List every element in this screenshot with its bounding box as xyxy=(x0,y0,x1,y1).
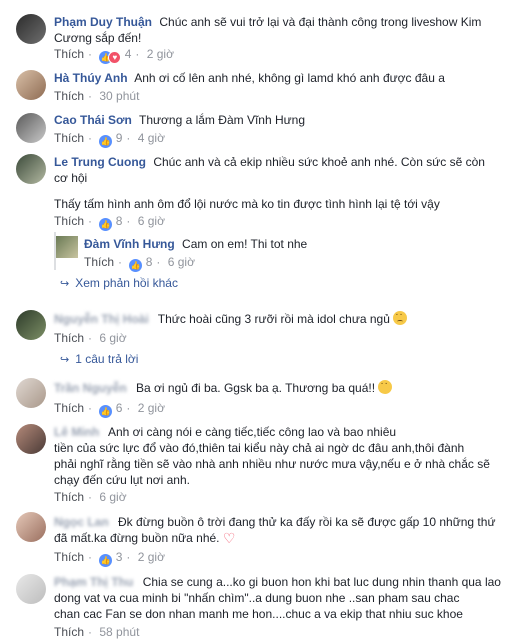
comment-text: phải nghĩ rằng tiền sẽ vào nhà anh nhiều… xyxy=(54,457,490,471)
timestamp[interactable]: 2 giờ xyxy=(147,47,174,61)
like-button[interactable]: Thích xyxy=(54,490,84,504)
comment-author[interactable]: Ngọc Lan xyxy=(54,515,109,529)
comment-text: cơ hội xyxy=(54,171,88,185)
heart-emoji-icon: ♡ xyxy=(222,530,236,546)
avatar[interactable] xyxy=(16,14,46,44)
comment-text: Anh ơi càng nói e càng tiếc,tiếc công la… xyxy=(108,425,397,439)
comment-text: Thấy tấm hình anh ôm đổ lội nước mà ko t… xyxy=(54,197,440,211)
reply-author[interactable]: Đàm Vĩnh Hưng xyxy=(84,237,175,251)
comment-author[interactable]: Trần Nguyễn xyxy=(54,381,127,395)
like-button[interactable]: Thích xyxy=(54,401,84,415)
like-button[interactable]: Thích xyxy=(54,89,84,103)
reaction-count[interactable]: 9 xyxy=(116,131,123,145)
timestamp[interactable]: 6 giờ xyxy=(168,255,195,269)
reply-arrow-icon: ↪ xyxy=(60,354,70,366)
comment-author[interactable]: Nguyễn Thị Hoài xyxy=(54,312,149,326)
comment-text: Chúc anh và cả ekip nhiều sức khoẻ anh n… xyxy=(153,155,485,169)
avatar[interactable] xyxy=(16,378,46,408)
sad-emoji-icon xyxy=(393,311,408,325)
comment-text: Thức hoài cũng 3 rưỡi rồi mà idol chưa n… xyxy=(157,312,390,326)
comment-text: Chúc anh sẽ vui trở lại và đại thành côn… xyxy=(159,15,482,29)
comment-text: Anh ơi cố lên anh nhé, không gì lamd khó… xyxy=(134,71,445,85)
reaction-count[interactable]: 8 xyxy=(146,255,153,269)
like-reaction-icon: 👍 xyxy=(129,259,143,272)
comment-author[interactable]: Cao Thái Sơn xyxy=(54,113,132,127)
like-reaction-icon: 👍 xyxy=(99,135,113,148)
more-replies-link[interactable]: ↪ Xem phản hồi khác xyxy=(60,275,178,292)
comment-text: tiền của sức lực đổ vào đó,thiên tai kiể… xyxy=(54,441,465,455)
like-button[interactable]: Thích xyxy=(54,331,84,345)
comment-text: Ba ơi ngủ đi ba. Ggsk ba ạ. Thương ba qu… xyxy=(136,381,376,395)
reaction-count[interactable]: 3 xyxy=(116,550,123,564)
reaction-count[interactable]: 8 xyxy=(116,214,123,228)
reaction-count[interactable]: 6 xyxy=(116,401,123,415)
like-reaction-icon: 👍 xyxy=(99,218,113,231)
comment-text: Chia se cung a...ko gi buon hon khi bat … xyxy=(142,575,501,589)
like-button[interactable]: Thích xyxy=(54,625,84,639)
like-button[interactable]: Thích xyxy=(84,255,114,269)
comment-text: Cương sắp đến! xyxy=(54,31,142,45)
timestamp[interactable]: 4 giờ xyxy=(138,131,165,145)
timestamp[interactable]: 6 giờ xyxy=(138,214,165,228)
reaction-count[interactable]: 4 xyxy=(125,47,132,61)
comment-text: Đk đừng buồn ô trời đang thử ka đấy rồi … xyxy=(118,515,496,529)
like-button[interactable]: Thích xyxy=(54,47,84,61)
like-reaction-icon: 👍 xyxy=(99,405,113,418)
comment-text: đã mất.ka đừng buồn nữa nhé. xyxy=(54,531,220,545)
comment-author[interactable]: Hà Thúy Anh xyxy=(54,71,128,85)
avatar[interactable] xyxy=(16,113,46,143)
like-button[interactable]: Thích xyxy=(54,131,84,145)
timestamp[interactable]: 2 giờ xyxy=(138,401,165,415)
comment-text: chan cac Fan se don nhan manh me hon....… xyxy=(54,607,463,621)
replies-count-label: 1 câu trả lời xyxy=(75,352,139,366)
replies-link[interactable]: ↪ 1 câu trả lời xyxy=(60,351,138,368)
comment-text: Thương a lắm xyxy=(139,113,215,127)
avatar[interactable] xyxy=(16,310,46,340)
timestamp[interactable]: 6 giờ xyxy=(99,490,126,504)
smirk-emoji-icon xyxy=(378,380,393,394)
comment-feed: Phạm Duy Thuận Chúc anh sẽ vui trở lại v… xyxy=(0,0,515,644)
timestamp[interactable]: 58 phút xyxy=(99,625,139,639)
like-button[interactable]: Thích xyxy=(54,550,84,564)
avatar[interactable] xyxy=(16,154,46,184)
timestamp[interactable]: 2 giờ xyxy=(138,550,165,564)
comment-text: chạy đến cứu lụt nơi anh. xyxy=(54,473,190,487)
reply-arrow-icon: ↪ xyxy=(60,278,70,290)
avatar[interactable] xyxy=(56,236,78,258)
comment-text: dong vat va cua minh bi "nhấn chìm"..a d… xyxy=(54,591,460,605)
avatar[interactable] xyxy=(16,574,46,604)
more-replies-label: Xem phản hồi khác xyxy=(75,276,178,290)
avatar[interactable] xyxy=(16,512,46,542)
reply-text: Cam on em! Thi tot nhe xyxy=(182,237,308,251)
avatar[interactable] xyxy=(16,70,46,100)
comment-author[interactable]: Phạm Thị Thu xyxy=(54,575,133,589)
timestamp[interactable]: 30 phút xyxy=(99,89,139,103)
timestamp[interactable]: 6 giờ xyxy=(99,331,126,345)
comment-author[interactable]: Lê Minh xyxy=(54,425,99,439)
like-button[interactable]: Thích xyxy=(54,214,84,228)
mention[interactable]: Đàm Vĩnh Hưng xyxy=(218,113,305,127)
like-reaction-icon: 👍 xyxy=(99,554,113,567)
avatar[interactable] xyxy=(16,424,46,454)
love-reaction-icon: ♥ xyxy=(108,51,122,64)
comment-author[interactable]: Phạm Duy Thuận xyxy=(54,15,152,29)
comment-author[interactable]: Le Trung Cuong xyxy=(54,155,146,169)
